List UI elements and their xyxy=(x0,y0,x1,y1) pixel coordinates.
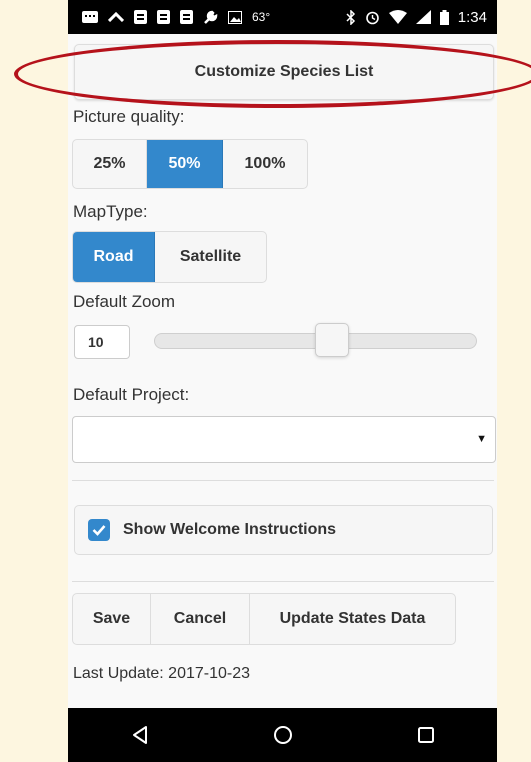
notification-icon xyxy=(180,10,193,24)
maptype-control: Road Satellite xyxy=(72,231,267,283)
quality-option-100[interactable]: 100% xyxy=(223,140,307,188)
divider xyxy=(72,480,494,481)
wrench-icon xyxy=(203,10,218,25)
save-button[interactable]: Save xyxy=(73,594,151,644)
show-welcome-instructions-checkbox[interactable]: Show Welcome Instructions xyxy=(74,505,493,555)
picture-quality-label: Picture quality: xyxy=(73,107,185,126)
customize-species-list-label: Customize Species List xyxy=(194,63,374,80)
maptype-option-road[interactable]: Road xyxy=(73,232,155,282)
picture-quality-control: 25% 50% 100% xyxy=(72,139,308,189)
image-icon xyxy=(228,10,242,24)
signal-icon xyxy=(415,10,431,24)
checkbox-checked-icon[interactable] xyxy=(88,519,110,541)
status-bar: 63° 1:34 xyxy=(68,0,497,34)
cloud-icon xyxy=(108,12,124,22)
default-project-label: Default Project: xyxy=(73,385,190,404)
alarm-icon xyxy=(365,10,380,25)
message-icon xyxy=(82,10,98,24)
temperature-text: 63° xyxy=(252,10,271,24)
show-welcome-instructions-label: Show Welcome Instructions xyxy=(123,521,337,538)
clock-text: 1:34 xyxy=(457,8,487,26)
divider xyxy=(72,581,494,582)
zoom-slider-handle[interactable] xyxy=(314,323,349,357)
dropdown-arrow-icon: ▼ xyxy=(476,433,487,445)
customize-species-list-button[interactable]: Customize Species List xyxy=(74,44,494,100)
navigation-bar xyxy=(68,708,497,762)
notification-icon xyxy=(157,10,170,24)
cancel-button[interactable]: Cancel xyxy=(151,594,250,644)
notification-icon xyxy=(134,10,147,24)
back-icon[interactable] xyxy=(120,715,160,755)
maptype-option-satellite[interactable]: Satellite xyxy=(155,232,266,282)
update-states-data-button[interactable]: Update States Data xyxy=(250,594,455,644)
quality-option-50[interactable]: 50% xyxy=(147,140,223,188)
default-project-select[interactable]: ▼ xyxy=(72,416,496,463)
default-zoom-label: Default Zoom xyxy=(73,292,176,311)
action-buttons: Save Cancel Update States Data xyxy=(72,593,456,645)
zoom-slider[interactable] xyxy=(154,323,477,357)
battery-icon xyxy=(439,9,449,25)
home-icon[interactable] xyxy=(263,715,303,755)
zoom-value: 10 xyxy=(88,334,104,350)
phone-screen: 63° 1:34 Customize Species List Picture … xyxy=(14,0,531,762)
last-update-text: Last Update: 2017-10-23 xyxy=(73,665,251,682)
wifi-icon xyxy=(388,10,407,24)
recent-apps-icon[interactable] xyxy=(406,715,446,755)
maptype-label: MapType: xyxy=(73,202,148,221)
quality-option-25[interactable]: 25% xyxy=(73,140,147,188)
zoom-input[interactable]: 10 xyxy=(74,325,130,359)
bluetooth-icon xyxy=(346,9,356,25)
